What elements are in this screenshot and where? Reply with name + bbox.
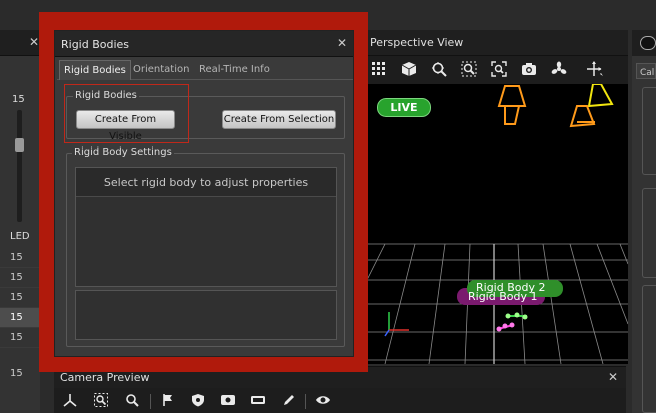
camera-icon[interactable] — [520, 61, 538, 79]
zoom-fit-icon[interactable] — [490, 61, 508, 79]
perspective-view-header: Perspective View — [365, 30, 628, 56]
tab-calibration[interactable]: Cal — [636, 63, 656, 79]
perspective-viewport[interactable]: LIVE Rigid Body 2 Rigid Body 1 — [365, 84, 628, 364]
grid-icon[interactable] — [370, 61, 388, 79]
slider-value: 15 — [12, 94, 25, 105]
tab-orientation[interactable]: Orientation — [129, 60, 193, 80]
rigid-bodies-dialog: Rigid Bodies ✕ Rigid Bodies Orientation … — [54, 30, 354, 357]
list-item-selected[interactable]: 15 — [0, 308, 40, 328]
move-axes-icon[interactable] — [586, 61, 604, 79]
value-list: 15 15 15 15 15 — [0, 248, 40, 348]
list-item[interactable]: 15 — [0, 288, 40, 308]
camera-cones — [497, 84, 614, 128]
list-item[interactable]: 15 — [0, 328, 40, 348]
right-panel: Cal — [632, 30, 656, 413]
pencil-icon[interactable] — [281, 393, 297, 409]
create-from-selection-button[interactable]: Create From Selection — [222, 110, 336, 129]
live-indicator: LIVE — [377, 98, 431, 117]
led-slider-thumb[interactable] — [15, 138, 24, 152]
annotation-highlight-box — [64, 84, 189, 143]
right-group-box — [642, 87, 656, 175]
camera-preview-title: Camera Preview — [60, 371, 150, 384]
right-panel-header — [632, 30, 656, 56]
flag-icon[interactable] — [160, 393, 176, 409]
right-group-box — [642, 285, 656, 413]
settings-properties-panel[interactable]: Select rigid body to adjust properties — [75, 167, 337, 287]
camera-preview-close-icon[interactable]: ✕ — [608, 370, 618, 384]
left-panel-close-icon[interactable]: ✕ — [29, 35, 39, 49]
zoom-icon[interactable] — [124, 393, 140, 409]
select-rigid-body-message: Select rigid body to adjust properties — [76, 168, 336, 197]
scene-graphics — [365, 84, 628, 364]
toolbar-separator — [150, 394, 151, 409]
fan-icon[interactable] — [550, 61, 568, 79]
left-panel: ✕ 15 LED 15 15 15 15 15 15 — [0, 30, 40, 413]
list-item[interactable]: 15 — [0, 268, 40, 288]
perspective-view-title: Perspective View — [370, 36, 464, 49]
eye-icon[interactable] — [315, 393, 331, 409]
rigid-body-settings-label: Rigid Body Settings — [72, 147, 174, 159]
rigid-body-1-label[interactable]: Rigid Body 1 — [468, 290, 537, 303]
dialog-title-bar[interactable]: Rigid Bodies ✕ — [55, 31, 353, 57]
axes-icon[interactable] — [62, 393, 78, 409]
list-item[interactable]: 15 — [0, 248, 40, 268]
rectangle-icon[interactable] — [250, 393, 266, 409]
led-slider-track[interactable] — [17, 110, 22, 222]
cube-icon[interactable] — [400, 61, 418, 79]
target-zoom-icon[interactable] — [430, 61, 448, 79]
zoom-region-icon[interactable] — [460, 61, 478, 79]
dialog-title: Rigid Bodies — [61, 38, 130, 51]
list-item[interactable]: 15 — [10, 368, 23, 379]
toolbar-separator — [305, 394, 306, 409]
shield-icon[interactable] — [190, 393, 206, 409]
tab-real-time-info[interactable]: Real-Time Info — [195, 60, 274, 80]
right-group-box — [642, 188, 656, 278]
settings-detail-panel[interactable] — [75, 290, 337, 340]
led-label: LED — [10, 231, 30, 242]
toggle-icon[interactable] — [640, 36, 656, 50]
dialog-close-icon[interactable]: ✕ — [337, 36, 347, 50]
left-panel-header: ✕ — [0, 30, 40, 56]
zoom-region-icon[interactable] — [93, 393, 109, 409]
record-icon[interactable] — [220, 393, 236, 409]
dialog-tabs: Rigid Bodies Orientation Real-Time Info — [57, 60, 353, 80]
tab-rigid-bodies[interactable]: Rigid Bodies — [59, 60, 131, 80]
